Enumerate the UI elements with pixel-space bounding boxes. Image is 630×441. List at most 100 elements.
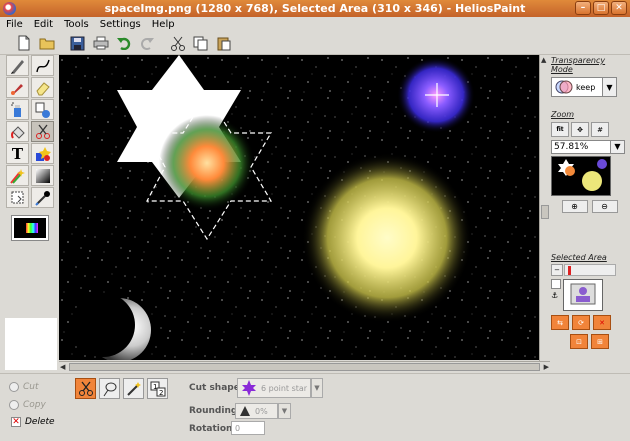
pencil-tool[interactable]	[6, 55, 29, 76]
color-swatch[interactable]	[11, 215, 49, 241]
copy-radio[interactable]: Copy	[9, 400, 46, 410]
redo-button[interactable]	[136, 33, 157, 53]
clone-tool[interactable]	[31, 99, 54, 120]
selection-opacity-slider[interactable]	[564, 264, 616, 276]
zoom-buttons: fit ✥ #	[551, 122, 628, 137]
menu-settings[interactable]: Settings	[100, 19, 141, 30]
grid-toggle-button[interactable]: #	[591, 122, 609, 137]
selection-remove-button[interactable]: −	[551, 264, 563, 276]
title-bar: spaceImg.png (1280 x 768), Selected Area…	[0, 0, 630, 17]
chevron-down-icon[interactable]: ▼	[278, 403, 291, 419]
zoom-in-button[interactable]: ⊕	[561, 200, 588, 213]
cut-button[interactable]	[167, 33, 188, 53]
fit-icon: fit	[556, 126, 564, 133]
zoom-out-button[interactable]: ⊖	[591, 200, 618, 213]
menu-help[interactable]: Help	[152, 19, 175, 30]
paint-bucket-icon	[10, 125, 25, 139]
crop-tool[interactable]	[6, 187, 29, 208]
horizontal-scrollbar[interactable]: ◀ ▶	[59, 361, 550, 372]
selection-rotate-button[interactable]: ⟳	[572, 315, 590, 330]
rounding-select[interactable]: 0%	[235, 403, 278, 419]
zoom-select[interactable]: 57.81% ▼	[551, 140, 628, 154]
close-icon: ✕	[599, 318, 605, 327]
minus-icon: −	[554, 266, 560, 274]
image-canvas[interactable]	[59, 55, 539, 360]
chevron-down-icon[interactable]: ▼	[611, 140, 625, 154]
gradient-tool[interactable]	[31, 165, 54, 186]
copy-button[interactable]	[190, 33, 211, 53]
crop-to-selection-icon: ⊡	[576, 337, 582, 346]
gradient-fill-tool[interactable]	[6, 165, 29, 186]
lasso-cut-tool[interactable]	[99, 378, 120, 399]
scroll-left-icon[interactable]: ◀	[60, 363, 65, 371]
save-button[interactable]	[67, 33, 88, 53]
rounding-triangle-icon	[240, 406, 250, 416]
rotation-input[interactable]: 0	[231, 421, 265, 435]
curve-icon	[35, 59, 50, 72]
menu-tools[interactable]: Tools	[64, 19, 89, 30]
vertical-scroll-thumb[interactable]	[541, 205, 549, 219]
delete-checkbox-box: ✕	[11, 417, 21, 427]
cut-shape-label: Cut shape:	[189, 383, 244, 393]
copy-radio-label: Copy	[23, 400, 46, 410]
brush-tool[interactable]	[6, 77, 29, 98]
scroll-up-icon[interactable]: ▲	[541, 56, 546, 64]
menu-edit[interactable]: Edit	[34, 19, 53, 30]
zoom-value[interactable]: 57.81%	[551, 140, 611, 154]
horizontal-scroll-thumb[interactable]	[69, 363, 540, 371]
selection-checkbox[interactable]	[551, 279, 561, 289]
numbers-icon: 12	[150, 381, 165, 397]
chevron-down-icon[interactable]: ▼	[311, 378, 323, 398]
close-button[interactable]: ✕	[611, 1, 627, 15]
transparency-icon	[555, 80, 573, 94]
shape-cut-tool[interactable]	[75, 378, 96, 399]
scroll-right-icon[interactable]: ▶	[544, 363, 549, 371]
fill-tool[interactable]	[6, 121, 29, 142]
open-file-button[interactable]	[36, 33, 57, 53]
selection-preview[interactable]	[563, 279, 603, 311]
numbered-select-tool[interactable]: 12	[147, 378, 168, 399]
zoom-in-out-row: ⊕ ⊖	[551, 200, 628, 213]
new-file-button[interactable]	[13, 33, 34, 53]
grid-icon: #	[597, 125, 603, 134]
cut-shape-select[interactable]: 6 point star	[237, 378, 311, 398]
slider-handle[interactable]	[568, 266, 571, 275]
paste-button[interactable]	[213, 33, 234, 53]
undo-button[interactable]	[113, 33, 134, 53]
brush-preview-panel	[5, 318, 57, 370]
selection-expand-button[interactable]: ⊞	[591, 334, 609, 349]
shapes-icon	[35, 146, 51, 161]
navigator-thumbnail[interactable]	[551, 156, 611, 196]
chevron-down-icon[interactable]: ▼	[603, 77, 617, 97]
selection-flip-button[interactable]: ⇆	[551, 315, 569, 330]
text-tool[interactable]: T	[6, 143, 29, 164]
menu-file[interactable]: File	[6, 19, 23, 30]
window-controls: – □ ✕	[575, 1, 627, 15]
vertical-scrollbar[interactable]: ▲ ▼	[539, 55, 549, 372]
thumbnail-image	[552, 157, 610, 195]
cut-shape-value: 6 point star	[261, 383, 308, 393]
transparency-mode-select[interactable]: keep ▼	[551, 77, 628, 97]
actual-size-button[interactable]: ✥	[571, 122, 589, 137]
magic-wand-tool[interactable]	[123, 378, 144, 399]
selection-tools-row: −	[551, 264, 628, 276]
app-icon	[3, 2, 16, 15]
eraser-tool[interactable]	[31, 77, 54, 98]
selection-crop-button[interactable]: ⊡	[570, 334, 588, 349]
selection-delete-button[interactable]: ✕	[593, 315, 611, 330]
selected-area-label: Selected Area	[551, 253, 607, 262]
selection-cut-tool[interactable]	[31, 121, 54, 142]
delete-checkbox[interactable]: ✕ Delete	[11, 417, 55, 427]
shapes-tool[interactable]	[31, 143, 54, 164]
curve-tool[interactable]	[31, 55, 54, 76]
zoom-out-icon: ⊖	[601, 202, 608, 211]
save-icon	[70, 36, 85, 50]
fit-zoom-button[interactable]: fit	[551, 122, 569, 137]
copy-radio-dot	[9, 400, 19, 410]
color-picker-tool[interactable]	[31, 187, 54, 208]
maximize-button[interactable]: □	[593, 1, 609, 15]
spray-tool[interactable]	[6, 99, 29, 120]
minimize-button[interactable]: –	[575, 1, 591, 15]
print-button[interactable]	[90, 33, 111, 53]
cut-radio[interactable]: Cut	[9, 382, 39, 392]
